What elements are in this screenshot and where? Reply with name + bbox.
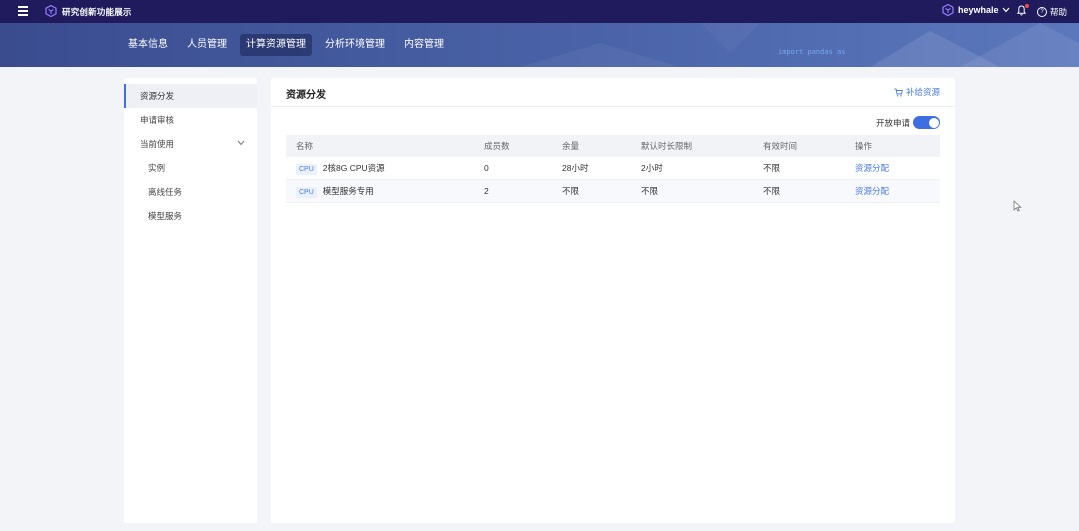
valid-time-cell: 不限	[753, 179, 845, 203]
sidebar-item-instances[interactable]: 实例	[124, 156, 257, 180]
toggle-label: 开放申请	[875, 117, 910, 128]
resource-name: 模型服务专用	[322, 185, 374, 196]
divider	[271, 106, 955, 107]
top-bar: 研究创新功能展示 heywhale ? 帮助	[0, 0, 1079, 23]
action-cell: 资源分配	[845, 179, 940, 203]
sidebar-item-application-review[interactable]: 申请审核	[124, 108, 257, 132]
supplement-resources-label: 补给资源	[905, 87, 940, 97]
user-menu[interactable]: heywhale	[942, 4, 1010, 16]
open-application-control: 开放申请	[876, 116, 940, 129]
sidebar: 资源分发 申请审核 当前使用 实例 离线任务 模型服务	[124, 78, 257, 523]
tab-analysis-env[interactable]: 分析环境管理	[319, 34, 391, 56]
chevron-down-icon	[1002, 7, 1009, 13]
column-header: 余量	[552, 135, 631, 157]
tab-content[interactable]: 内容管理	[398, 34, 450, 56]
tab-basic-info[interactable]: 基本信息	[122, 34, 174, 56]
resource-name: 2核8G CPU资源	[322, 162, 385, 173]
resource-table: 名称 成员数 余量 默认时长限制 有效时间 操作 CPU 2核8G CPU资源 0…	[286, 135, 940, 203]
open-application-toggle[interactable]	[913, 116, 940, 129]
members-cell: 0	[474, 157, 552, 180]
mouse-cursor-icon	[1013, 200, 1022, 212]
sidebar-item-resource-distribution[interactable]: 资源分发	[124, 84, 257, 108]
members-cell: 2	[474, 179, 552, 203]
table-row: CPU 2核8G CPU资源 0 28小时 2小时 不限 资源分配	[286, 157, 940, 180]
table-row: CPU 模型服务专用 2 不限 不限 不限 资源分配	[286, 179, 940, 203]
cart-icon	[894, 88, 903, 96]
notification-dot	[1025, 4, 1029, 8]
tab-personnel[interactable]: 人员管理	[181, 34, 233, 56]
help-button[interactable]: ? 帮助	[1037, 6, 1067, 18]
limit-cell: 2小时	[631, 157, 753, 180]
user-name: heywhale	[958, 5, 999, 15]
sidebar-item-model-services[interactable]: 模型服务	[124, 204, 257, 228]
column-header: 有效时间	[753, 135, 845, 157]
main-panel: 资源分发 补给资源 开放申请 名称 成员数 余量 默认时长限制 有效时间 操作	[271, 78, 955, 523]
column-header: 成员数	[474, 135, 552, 157]
cpu-tag: CPU	[296, 186, 317, 198]
code-decoration-text: import pandas as	[778, 48, 846, 56]
resource-name-cell: CPU 模型服务专用	[286, 179, 474, 203]
app-title: 研究创新功能展示	[62, 7, 132, 17]
sidebar-item-current-usage[interactable]: 当前使用	[124, 132, 257, 156]
help-label: 帮助	[1050, 7, 1068, 17]
sidebar-item-offline-tasks[interactable]: 离线任务	[124, 180, 257, 204]
tab-compute-resources[interactable]: 计算资源管理	[240, 34, 312, 56]
action-cell: 资源分配	[845, 157, 940, 180]
allocate-resource-link[interactable]: 资源分配	[855, 186, 889, 196]
table-header-row: 名称 成员数 余量 默认时长限制 有效时间 操作	[286, 135, 940, 157]
nav-tabs: 基本信息 人员管理 计算资源管理 分析环境管理 内容管理	[122, 34, 457, 56]
column-header: 名称	[286, 135, 474, 157]
help-icon: ?	[1037, 7, 1047, 17]
remaining-cell: 不限	[552, 179, 631, 203]
remaining-cell: 28小时	[552, 157, 631, 180]
user-avatar-icon	[942, 4, 954, 16]
sidebar-item-label: 当前使用	[140, 139, 175, 149]
valid-time-cell: 不限	[753, 157, 845, 180]
column-header: 操作	[845, 135, 940, 157]
column-header: 默认时长限制	[631, 135, 753, 157]
resource-name-cell: CPU 2核8G CPU资源	[286, 157, 474, 180]
allocate-resource-link[interactable]: 资源分配	[855, 163, 889, 173]
toggle-knob	[928, 117, 939, 128]
logo-icon	[45, 5, 57, 17]
chevron-down-icon	[237, 140, 245, 146]
limit-cell: 不限	[631, 179, 753, 203]
main-nav: 基本信息 人员管理 计算资源管理 分析环境管理 内容管理 import pand…	[0, 23, 1079, 67]
page-title: 资源分发	[286, 90, 326, 101]
hamburger-menu-icon[interactable]	[18, 6, 28, 16]
cpu-tag: CPU	[296, 163, 317, 175]
supplement-resources-link[interactable]: 补给资源	[894, 86, 940, 98]
